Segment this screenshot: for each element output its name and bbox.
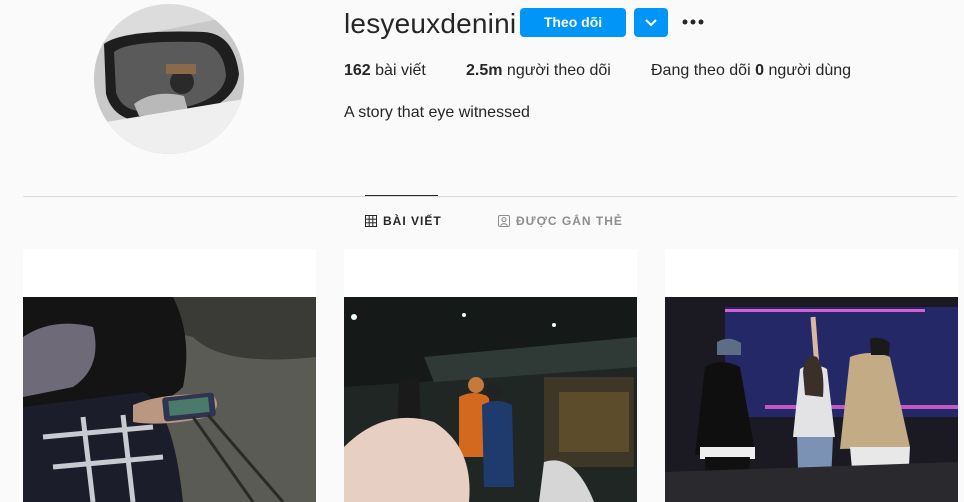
tabs-divider (23, 196, 957, 197)
profile-avatar[interactable] (94, 4, 244, 154)
more-options-button[interactable] (680, 8, 706, 37)
tag-person-icon (498, 215, 510, 227)
followers-count: 2.5m (466, 62, 503, 79)
grid-icon (365, 215, 377, 227)
post-photo (344, 297, 637, 502)
active-tab-indicator (365, 195, 438, 196)
followers-label: người theo dõi (506, 62, 611, 79)
following-label: người dùng (768, 62, 852, 79)
tab-posts[interactable]: BÀI VIẾT (365, 214, 442, 228)
tab-posts-label: BÀI VIẾT (383, 214, 442, 228)
post-photo (23, 297, 316, 502)
tab-tagged[interactable]: ĐƯỢC GẮN THẺ (498, 214, 623, 228)
post-tile-2[interactable] (344, 249, 637, 502)
followers-stat[interactable]: 2.5m người theo dõi (466, 62, 611, 80)
profile-username: lesyeuxdenini (344, 8, 517, 39)
post-tile-3[interactable] (665, 249, 958, 502)
posts-count: 162 (344, 62, 371, 79)
avatar-photo (94, 4, 244, 154)
profile-bio: A story that eye witnessed (344, 104, 530, 121)
follow-button[interactable]: Theo dõi (520, 8, 626, 37)
posts-label: bài viết (375, 62, 426, 79)
suggested-dropdown-button[interactable] (634, 8, 668, 37)
following-count: 0 (755, 62, 764, 79)
more-options-icon (682, 19, 704, 25)
chevron-down-icon (645, 19, 657, 27)
post-photo (665, 297, 958, 502)
posts-count-stat: 162 bài viết (344, 62, 426, 80)
tab-tagged-label: ĐƯỢC GẮN THẺ (516, 214, 623, 228)
following-prefix: Đang theo dõi (651, 62, 751, 79)
post-tile-1[interactable] (23, 249, 316, 502)
following-stat[interactable]: Đang theo dõi 0 người dùng (651, 62, 851, 80)
